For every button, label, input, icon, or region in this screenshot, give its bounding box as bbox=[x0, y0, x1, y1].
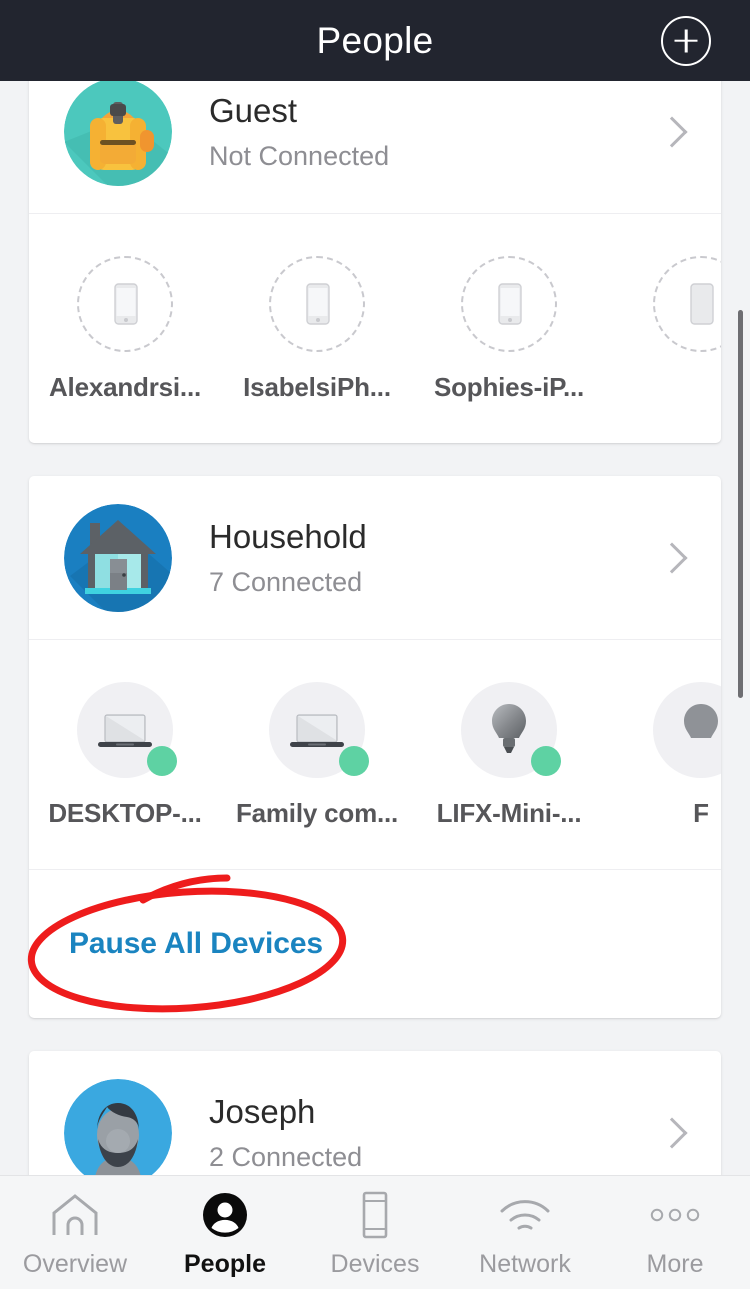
tab-label: Devices bbox=[330, 1250, 420, 1278]
person-row-guest[interactable]: Guest Not Connected bbox=[29, 81, 721, 213]
house-avatar-icon bbox=[64, 503, 172, 612]
tab-label: More bbox=[646, 1250, 704, 1278]
tab-label: People bbox=[184, 1250, 266, 1278]
man-avatar-icon bbox=[64, 1078, 172, 1175]
add-person-button[interactable] bbox=[661, 15, 711, 66]
wifi-icon bbox=[498, 1192, 552, 1238]
device-item[interactable]: IsabelsiPh... bbox=[221, 256, 413, 403]
person-row-joseph[interactable]: Joseph 2 Connected bbox=[29, 1051, 721, 1175]
group-text-household: Household 7 Connected bbox=[209, 516, 661, 600]
device-item[interactable]: Alexandrsi... bbox=[29, 256, 221, 403]
device-label: Sophies-iP... bbox=[433, 372, 585, 402]
person-card-guest: Guest Not Connected Alexandrsi... Isabel… bbox=[29, 81, 721, 443]
device-label: Alexandrsi... bbox=[48, 372, 202, 402]
online-badge bbox=[147, 746, 177, 776]
chevron-right-icon[interactable] bbox=[656, 115, 688, 148]
online-badge bbox=[531, 746, 561, 776]
pause-all-devices-label[interactable]: Pause All Devices bbox=[69, 927, 323, 961]
group-status: 7 Connected bbox=[209, 566, 363, 597]
home-icon bbox=[48, 1192, 102, 1238]
device-strip-guest[interactable]: Alexandrsi... IsabelsiPh... Sophies-iP..… bbox=[29, 214, 721, 443]
person-text-joseph: Joseph 2 Connected bbox=[209, 1091, 661, 1175]
people-list-scroll[interactable]: Guest Not Connected Alexandrsi... Isabel… bbox=[0, 81, 750, 1175]
ellipsis-icon bbox=[648, 1192, 702, 1238]
phone-outline-icon bbox=[348, 1191, 402, 1239]
person-name: Joseph bbox=[209, 1092, 316, 1130]
tab-network[interactable]: Network bbox=[450, 1176, 600, 1289]
bottom-tab-bar: Overview People Devices Network More bbox=[0, 1175, 750, 1289]
tab-overview[interactable]: Overview bbox=[0, 1176, 150, 1289]
chevron-right-icon[interactable] bbox=[656, 541, 688, 574]
device-item-clipped[interactable] bbox=[605, 256, 721, 372]
tab-people[interactable]: People bbox=[150, 1176, 300, 1289]
device-item[interactable]: LIFX-Mini-... bbox=[413, 682, 605, 829]
phone-icon bbox=[306, 283, 330, 325]
person-card-joseph: Joseph 2 Connected bbox=[29, 1051, 721, 1175]
person-status: 2 Connected bbox=[209, 1141, 363, 1172]
person-text-guest: Guest Not Connected bbox=[209, 90, 661, 174]
app-header: People bbox=[0, 0, 750, 81]
phone-icon bbox=[498, 283, 522, 325]
person-icon bbox=[198, 1192, 252, 1238]
pause-all-devices-row[interactable]: Pause All Devices bbox=[29, 870, 721, 1018]
lightbulb-icon bbox=[684, 704, 718, 738]
device-item[interactable]: Family com... bbox=[221, 682, 413, 829]
group-card-household: Household 7 Connected DESKTOP-... Family… bbox=[29, 476, 721, 1018]
group-row-household[interactable]: Household 7 Connected bbox=[29, 476, 721, 639]
device-label: F bbox=[693, 798, 709, 828]
device-label: DESKTOP-... bbox=[48, 798, 202, 828]
person-name: Guest bbox=[209, 91, 298, 129]
device-item-clipped[interactable]: F bbox=[605, 682, 721, 829]
backpack-avatar-icon bbox=[64, 81, 172, 186]
phone-icon bbox=[114, 283, 138, 325]
device-item[interactable]: Sophies-iP... bbox=[413, 256, 605, 403]
person-status: Not Connected bbox=[209, 140, 390, 171]
online-badge bbox=[339, 746, 369, 776]
phone-icon bbox=[690, 283, 714, 325]
device-label: IsabelsiPh... bbox=[243, 372, 391, 402]
device-label: LIFX-Mini-... bbox=[436, 798, 582, 828]
vertical-scrollbar[interactable] bbox=[738, 310, 743, 698]
group-name: Household bbox=[209, 517, 367, 555]
chevron-right-icon[interactable] bbox=[656, 1116, 688, 1149]
tab-devices[interactable]: Devices bbox=[300, 1176, 450, 1289]
tab-label: Overview bbox=[22, 1250, 128, 1278]
device-label: Family com... bbox=[235, 798, 399, 828]
page-title: People bbox=[316, 19, 434, 61]
tab-more[interactable]: More bbox=[600, 1176, 750, 1289]
app-screen: People Guest Not Connected Alexandrsi...… bbox=[0, 0, 750, 1289]
tab-label: Network bbox=[479, 1250, 571, 1278]
device-strip-household[interactable]: DESKTOP-... Family com... LIFX-Mini-... … bbox=[29, 640, 721, 869]
device-item[interactable]: DESKTOP-... bbox=[29, 682, 221, 829]
